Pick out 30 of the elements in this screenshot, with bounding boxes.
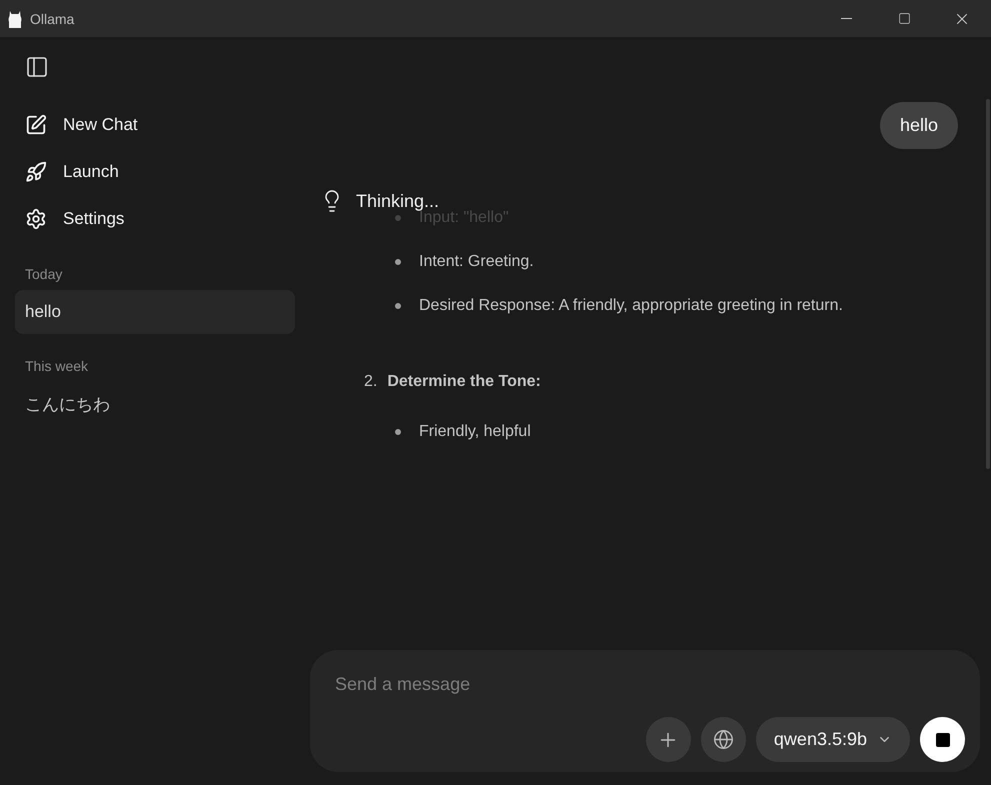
compose-icon (25, 114, 47, 136)
user-message: hello (880, 102, 958, 149)
maximize-icon (898, 12, 910, 25)
globe-icon (712, 729, 734, 750)
rocket-icon (25, 160, 47, 182)
message-input[interactable]: Send a message (335, 674, 965, 695)
sidebar-toggle-button[interactable] (25, 55, 49, 79)
sidebar-icon (25, 55, 49, 79)
minimize-icon (840, 18, 852, 19)
thinking-text: Friendly, helpful (419, 423, 531, 441)
attach-button[interactable] (646, 717, 691, 762)
web-search-button[interactable] (700, 717, 746, 762)
sidebar-action[interactable]: Launch (15, 148, 295, 195)
model-selector[interactable]: qwen3.5:9b (756, 717, 910, 762)
step-title: Determine the Tone: (387, 373, 541, 391)
stop-icon (936, 732, 950, 746)
section-heading: This week (25, 358, 90, 374)
thinking-text: Desired Response: A friendly, appropriate greeting in return. (419, 297, 843, 315)
llama-logo-icon (8, 10, 22, 28)
window-title: Ollama (30, 10, 74, 26)
chat-item[interactable]: こんにちわ (15, 382, 295, 426)
stop-button[interactable] (920, 717, 965, 762)
section-heading: Today (25, 266, 64, 282)
sidebar-action[interactable]: Settings (15, 195, 295, 242)
thinking-label: Thinking... (356, 190, 440, 211)
thinking-text: Intent: Greeting. (419, 253, 534, 271)
step-number: 2. (364, 373, 378, 391)
settings-icon (25, 208, 47, 230)
sidebar-action[interactable]: New Chat (15, 101, 295, 148)
chat-item[interactable]: hello (15, 290, 295, 334)
